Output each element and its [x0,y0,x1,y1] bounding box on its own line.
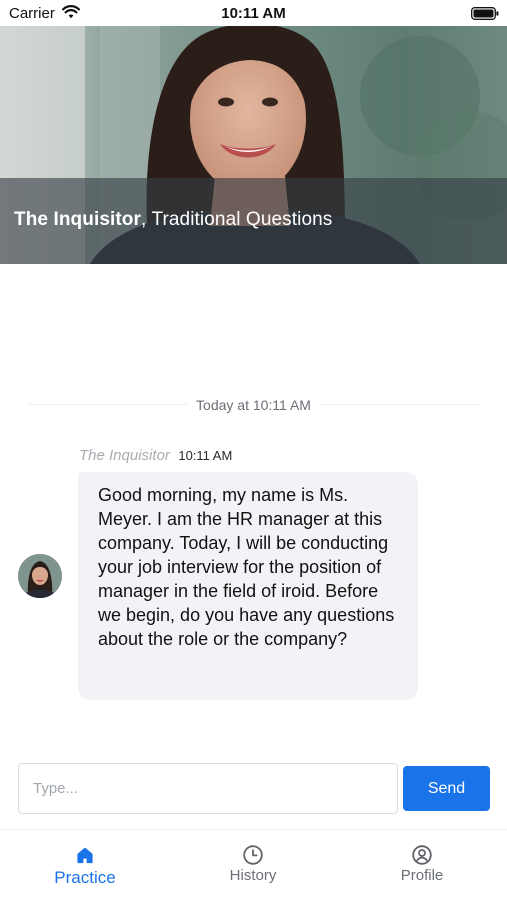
message-input[interactable] [18,763,398,814]
home-icon [77,847,93,864]
avatar-photo [18,554,62,598]
clock-icon [243,845,263,865]
message-time: 10:11 AM [178,448,233,463]
avatar[interactable] [18,554,62,598]
interviewer-hero: The Inquisitor, Traditional Questions [0,26,507,264]
tab-bar: Practice History Profile [0,829,507,900]
message-text: Good morning, my name is Ms. Meyer. I am… [98,485,395,649]
interviewer-name: The Inquisitor [14,209,142,230]
hero-title: The Inquisitor, Traditional Questions [14,209,332,231]
send-button[interactable]: Send [403,766,490,811]
day-divider-label: Today at 10:11 AM [188,397,319,413]
user-circle-icon [412,845,432,865]
tab-profile[interactable]: Profile [367,844,477,884]
tab-history-label: History [229,867,277,884]
tab-practice-label: Practice [54,868,116,887]
message-meta: The Inquisitor 10:11 AM [79,447,232,465]
tab-profile-label: Profile [400,867,444,884]
tab-practice[interactable]: Practice [30,844,140,888]
day-divider: Today at 10:11 AM [0,397,507,413]
battery-icon [471,7,499,20]
status-bar: Carrier 10:11 AM [0,0,507,26]
tab-history[interactable]: History [198,844,308,884]
status-time: 10:11 AM [221,5,286,22]
message-bubble[interactable]: Good morning, my name is Ms. Meyer. I am… [78,472,418,700]
title-separator: , [141,209,147,230]
interview-type: Traditional Questions [151,209,333,230]
message-sender: The Inquisitor [79,447,170,464]
